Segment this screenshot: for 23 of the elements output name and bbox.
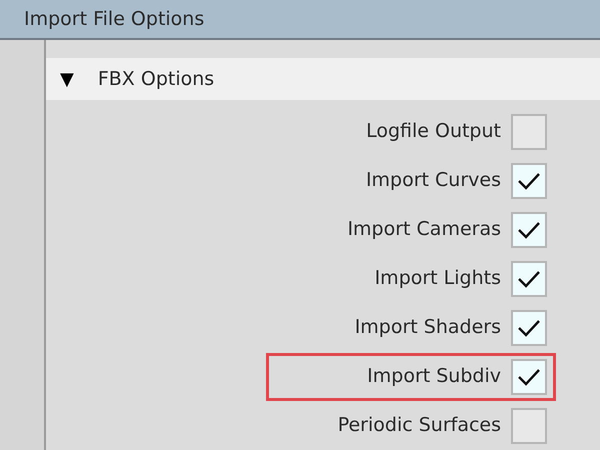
option-label: Import Curves: [366, 168, 501, 194]
checkmark-icon: [517, 368, 541, 386]
checkbox[interactable]: [511, 408, 547, 444]
checkbox[interactable]: [511, 114, 547, 150]
option-label: Import Subdiv: [367, 364, 501, 390]
checkbox[interactable]: [511, 358, 547, 394]
expand-toggle[interactable]: ▼: [60, 66, 74, 92]
window-title: Import File Options: [24, 6, 204, 32]
option-label: Import Lights: [374, 266, 501, 292]
checkbox[interactable]: [511, 212, 547, 248]
checkmark-icon: [517, 318, 541, 336]
section-header[interactable]: ▼ FBX Options: [46, 58, 600, 100]
checkbox[interactable]: [511, 260, 547, 296]
option-label: Import Cameras: [347, 217, 501, 242]
checkbox[interactable]: [511, 310, 547, 346]
checkbox[interactable]: [511, 162, 547, 198]
option-label: Periodic Surfaces: [338, 413, 501, 438]
checkmark-icon: [517, 172, 541, 190]
option-label: Logfile Output: [366, 119, 501, 144]
section-title: FBX Options: [98, 66, 214, 92]
checkmark-icon: [517, 220, 541, 238]
checkmark-icon: [517, 270, 541, 288]
option-label: Import Shaders: [354, 315, 501, 340]
